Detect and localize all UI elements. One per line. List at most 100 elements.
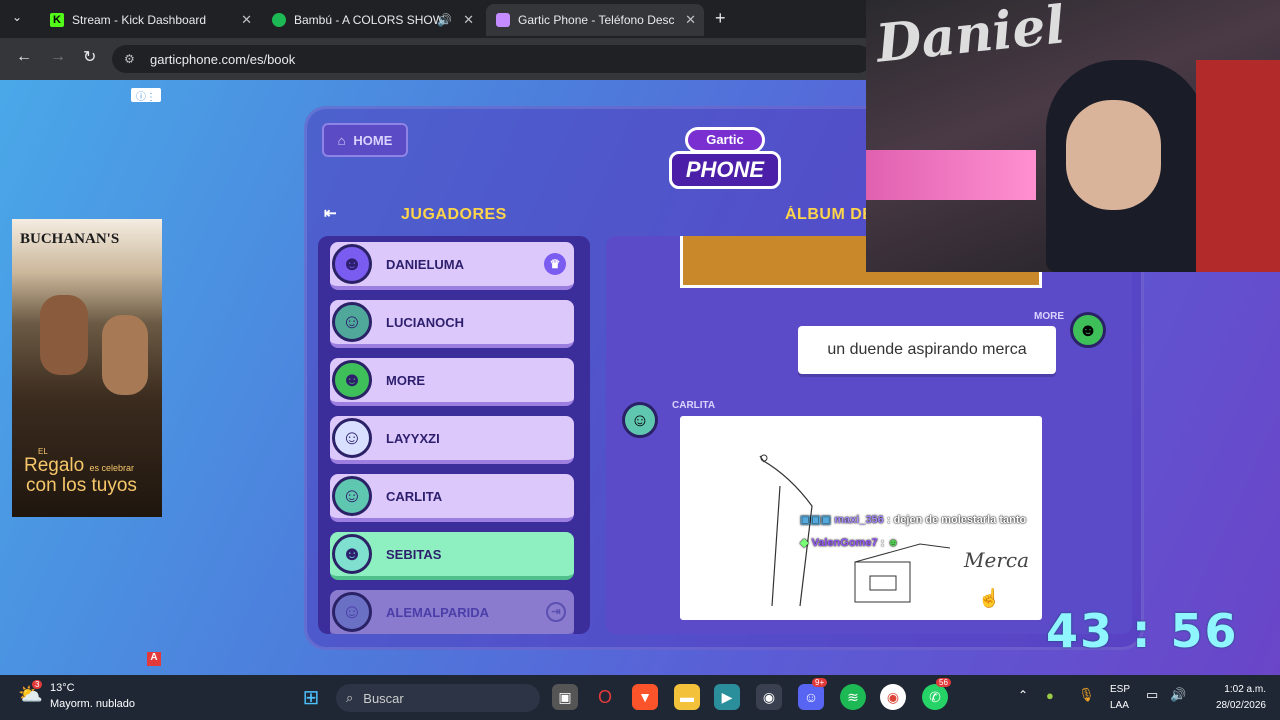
url-field[interactable]: ⚙ garticphone.com/es/book <box>112 45 872 73</box>
player-name: MORE <box>386 372 425 388</box>
ad-info-icon[interactable]: ⓘ⋮ <box>131 88 161 103</box>
discord-icon[interactable]: ☺ 9+ <box>798 678 828 710</box>
tab-title: Bambú - A COLORS SHOW <box>294 13 444 27</box>
more-avatar: ☻ <box>1070 312 1106 348</box>
ad-tagline-big2: con los tuyos <box>26 475 137 496</box>
player-avatar: ☺ <box>332 418 372 458</box>
player-row[interactable]: ☺ LAYYXZI <box>330 416 574 464</box>
player-name: ALEMALPARIDA <box>386 604 490 620</box>
back-icon[interactable]: ← <box>16 48 32 66</box>
volume-icon[interactable]: 🔊 <box>1170 687 1186 703</box>
players-list: ☻ DANIELUMA ♛ ☺ LUCIANOCH ☻ MORE ☺ LAYYX… <box>318 236 590 634</box>
gartic-icon <box>496 13 510 27</box>
spotify-taskbar-icon[interactable]: ≋ <box>840 684 866 710</box>
player-row-selected[interactable]: ☻ SEBITAS <box>330 532 574 580</box>
whatsapp-icon[interactable]: ✆ 56 <box>922 678 951 710</box>
whatsapp-badge: 56 <box>936 678 951 687</box>
player-name: LUCIANOCH <box>386 314 464 330</box>
task-view-icon[interactable]: ▣ <box>552 684 578 710</box>
player-avatar: ☻ <box>332 534 372 574</box>
speaker-icon[interactable]: 🔊 <box>437 13 452 27</box>
hand-cursor-icon: ☝ <box>978 588 1001 608</box>
tab-list-dropdown-icon[interactable]: ⌄ <box>12 10 22 24</box>
gaming-chair <box>1196 60 1280 272</box>
tray-app-icon[interactable]: ● <box>1046 688 1054 703</box>
opera-icon[interactable]: O <box>592 684 618 710</box>
player-avatar: ☺ <box>332 476 372 516</box>
player-name: DANIELUMA <box>386 256 464 272</box>
file-explorer-icon[interactable]: ▬ <box>674 684 700 710</box>
stream-timer: 43 : 56 <box>1046 604 1239 658</box>
taskbar-search[interactable]: ⌕ Buscar <box>336 684 540 712</box>
tray-chevron-icon[interactable]: ⌃ <box>1018 688 1028 702</box>
chat-text: : <box>880 537 885 549</box>
lang-bottom: LAA <box>1110 700 1129 711</box>
pepe-emote-icon: ☻ <box>887 537 899 549</box>
crown-icon: ♛ <box>544 253 566 275</box>
player-name: CARLITA <box>386 488 443 504</box>
chat-badge-icons: ◆ <box>800 537 809 549</box>
ad-tagline-big1: Regalo <box>24 455 85 476</box>
lang-top[interactable]: ESP <box>1110 684 1130 695</box>
chat-user: maxi_356 <box>834 514 884 526</box>
search-placeholder: Buscar <box>363 690 404 706</box>
wall-graffiti: Daniel <box>873 0 1068 75</box>
new-tab-icon[interactable]: + <box>715 8 726 29</box>
player-row[interactable]: ☺ CARLITA <box>330 474 574 522</box>
kick-icon: K <box>50 13 64 27</box>
brave-icon[interactable]: ▼ <box>632 684 658 710</box>
streaming-app-icon[interactable]: ▶ <box>714 684 740 710</box>
player-avatar: ☺ <box>332 302 372 342</box>
tab-gartic-phone[interactable]: Gartic Phone - Teléfono Descon ✕ <box>486 4 704 36</box>
chat-message: ◆ ValenGome7 : ☻ <box>800 536 899 549</box>
network-icon[interactable]: ▭ <box>1146 687 1158 703</box>
ad-brand: BUCHANAN'S <box>20 231 120 247</box>
player-avatar: ☻ <box>332 360 372 400</box>
forward-icon[interactable]: → <box>50 48 66 66</box>
tab-kick-dashboard[interactable]: K Stream - Kick Dashboard ✕ <box>40 6 260 34</box>
clock-time[interactable]: 1:02 a.m. <box>1202 684 1266 695</box>
guess-bubble: un duende aspirando merca <box>798 326 1056 374</box>
logo-bottom: PHONE <box>669 151 781 189</box>
chrome-icon[interactable]: ◉ <box>880 684 906 710</box>
player-row[interactable]: ☺ ALEMALPARIDA ⇥ <box>330 590 574 634</box>
close-tab-icon[interactable]: ✕ <box>685 12 696 28</box>
ad-person-left <box>40 295 88 375</box>
exit-icon[interactable]: ⇤ <box>324 204 337 222</box>
home-button[interactable]: ⌂ HOME <box>322 123 408 157</box>
album-title: ÁLBUM DE <box>785 206 867 223</box>
player-avatar: ☻ <box>332 244 372 284</box>
home-label: HOME <box>353 132 393 148</box>
adchoices-icon[interactable]: A <box>147 652 161 666</box>
player-row[interactable]: ☻ MORE <box>330 358 574 406</box>
drawing-word: Merca <box>964 548 1029 572</box>
ad-person-right <box>102 315 148 395</box>
logo-top: Gartic <box>685 127 765 153</box>
ad-tagline-line1: Regalo es celebrar <box>24 455 134 477</box>
album-area: MORE ☻ un duende aspirando merca ☺ CARLI… <box>606 236 1132 634</box>
player-row[interactable]: ☻ DANIELUMA ♛ <box>330 242 574 290</box>
microphone-icon[interactable]: 🎙 <box>1078 687 1095 703</box>
home-icon: ⌂ <box>337 132 346 148</box>
tab-title: Stream - Kick Dashboard <box>72 13 207 27</box>
url-text: garticphone.com/es/book <box>150 51 296 67</box>
site-info-icon[interactable]: ⚙ <box>124 52 135 66</box>
windows-start-icon[interactable]: ⊞ <box>298 684 324 710</box>
reload-icon[interactable]: ↻ <box>83 47 96 67</box>
obs-icon[interactable]: ◉ <box>756 684 782 710</box>
close-tab-icon[interactable]: ✕ <box>463 12 474 28</box>
close-tab-icon[interactable]: ✕ <box>241 12 252 28</box>
weather-desc: Mayorm. nublado <box>50 698 135 710</box>
weather-temp: 13°C <box>50 682 75 694</box>
next-player-icon[interactable]: ⇥ <box>546 602 566 622</box>
clock-date: 28/02/2026 <box>1215 700 1266 711</box>
webcam-overlay: Daniel <box>866 0 1280 272</box>
author-name-more: MORE <box>1034 311 1064 322</box>
weather-widget-icon[interactable]: ⛅ 3 <box>18 680 46 710</box>
tab-spotify[interactable]: Bambú - A COLORS SHOW 🔊 ✕ <box>262 6 482 34</box>
chat-message: ▣▣▣ maxi_356 : dejen de molestarla tanto <box>800 513 1026 526</box>
player-name: LAYYXZI <box>386 430 440 446</box>
tab-title: Gartic Phone - Teléfono Descon <box>518 13 674 27</box>
buchanans-ad[interactable]: BUCHANAN'S EL Regalo es celebrar con los… <box>12 219 162 517</box>
player-row[interactable]: ☺ LUCIANOCH <box>330 300 574 348</box>
